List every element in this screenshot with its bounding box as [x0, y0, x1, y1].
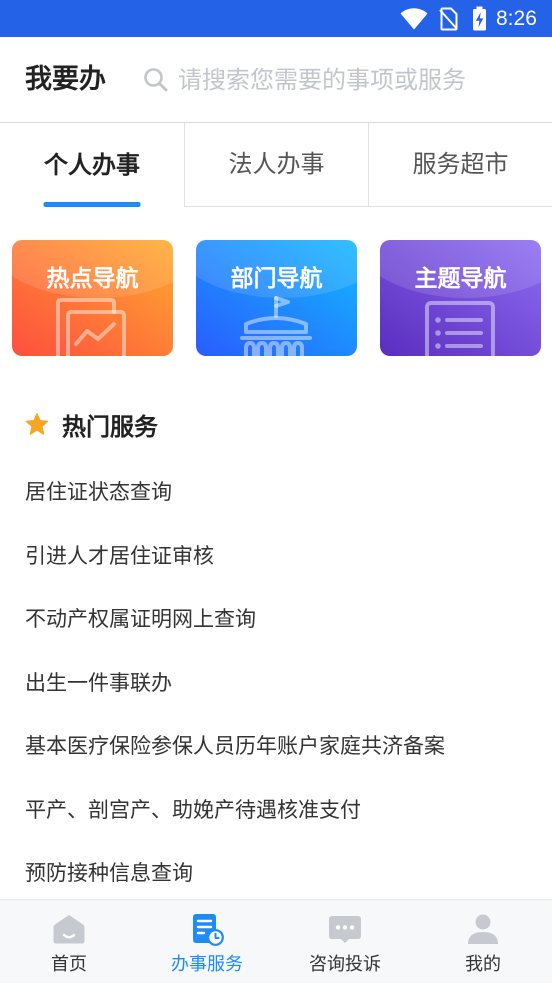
hot-services-list: 居住证状态查询 引进人才居住证审核 不动产权属证明网上查询 出生一件事联办 基本…: [0, 461, 552, 899]
section-title-text: 热门服务: [62, 412, 158, 441]
wifi-icon: [400, 8, 428, 30]
list-item[interactable]: 居住证状态查询: [0, 461, 552, 525]
nav-label: 办事服务: [171, 954, 243, 975]
department-nav-card[interactable]: 部门导航: [196, 240, 357, 356]
section-title: 热门服务: [25, 408, 158, 441]
list-item[interactable]: 预防接种信息查询: [0, 842, 552, 899]
list-item[interactable]: 引进人才居住证审核: [0, 525, 552, 589]
no-sim-icon: [439, 7, 458, 31]
topic-nav-card[interactable]: 主题导航: [380, 240, 541, 356]
nav-item-profile[interactable]: 我的: [414, 900, 552, 984]
star-icon: [25, 412, 49, 436]
search-icon[interactable]: [143, 67, 169, 93]
home-icon: [52, 912, 86, 946]
chart-document-icon: [56, 298, 126, 356]
page-title: 我要办: [25, 64, 106, 95]
tab-legal-person-affairs[interactable]: 法人办事: [184, 123, 368, 207]
chat-icon: [328, 912, 362, 946]
nav-item-home[interactable]: 首页: [0, 900, 138, 984]
tab-label: 服务超市: [412, 150, 509, 178]
bottom-nav: 首页 办事服务 咨询投诉 我的: [0, 899, 552, 983]
nav-label: 首页: [51, 954, 87, 975]
search-input[interactable]: [178, 57, 540, 103]
list-item[interactable]: 不动产权属证明网上查询: [0, 588, 552, 652]
tab-active-indicator: [43, 202, 141, 207]
header: 我要办: [0, 37, 552, 123]
tab-bar: 个人办事 法人办事 服务超市: [0, 123, 552, 207]
nav-label: 咨询投诉: [309, 954, 381, 975]
list-document-icon: [425, 301, 495, 356]
list-item[interactable]: 平产、剖宫产、助娩产待遇核准支付: [0, 779, 552, 843]
building-icon: [240, 296, 312, 356]
hot-topics-nav-card[interactable]: 热点导航: [12, 240, 173, 356]
battery-charging-icon: [472, 6, 487, 31]
status-bar: 8:26: [0, 0, 552, 37]
nav-item-services[interactable]: 办事服务: [138, 900, 276, 984]
user-icon: [466, 912, 500, 946]
list-item[interactable]: 基本医疗保险参保人员历年账户家庭共济备案: [0, 715, 552, 779]
service-document-icon: [190, 912, 224, 946]
nav-label: 我的: [465, 954, 501, 975]
nav-item-consult[interactable]: 咨询投诉: [276, 900, 414, 984]
status-time: 8:26: [496, 7, 537, 30]
tab-label: 法人办事: [228, 150, 325, 178]
search-bar[interactable]: [140, 57, 542, 103]
tab-service-market[interactable]: 服务超市: [368, 123, 552, 207]
list-item[interactable]: 出生一件事联办: [0, 652, 552, 716]
nav-cards: 热点导航 部门导航 主题导航: [0, 240, 552, 356]
tab-label: 个人办事: [44, 150, 140, 179]
tab-personal-affairs[interactable]: 个人办事: [0, 123, 184, 207]
